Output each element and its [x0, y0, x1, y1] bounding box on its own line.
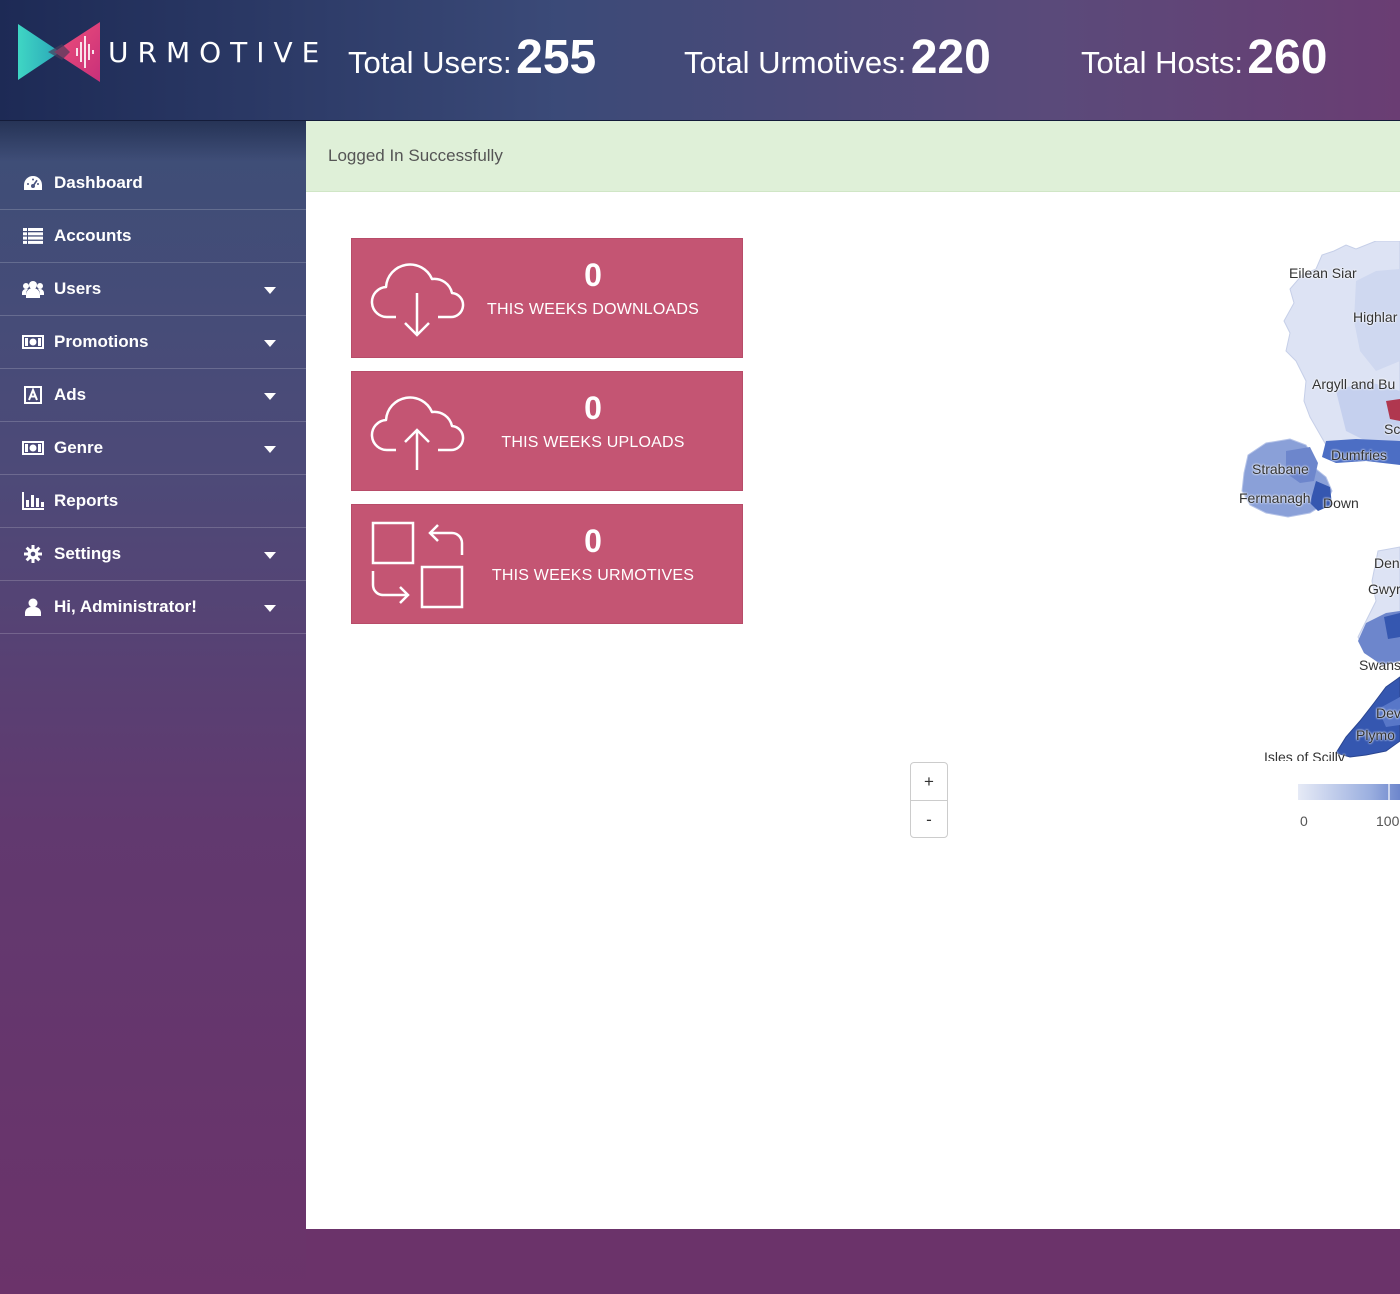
main-content: Logged In Successfully 0 THIS WEEKS DOWN… [306, 121, 1400, 1229]
total-users-stat: Total Users: 255 [348, 30, 596, 85]
chevron-down-icon[interactable] [264, 446, 276, 453]
map-legend-bar [1298, 784, 1400, 800]
total-hosts-stat: Total Hosts: 260 [1081, 30, 1328, 85]
map-zoom-control: + - [910, 762, 948, 838]
stat-value: 260 [1247, 31, 1328, 84]
urmotives-count: 0 [584, 523, 602, 559]
sidebar-item-accounts[interactable]: Accounts [0, 210, 306, 263]
uploads-label: THIS WEEKS UPLOADS [501, 434, 685, 451]
map-label: Gwyr [1368, 581, 1400, 597]
map-label: Den [1374, 555, 1400, 571]
sidebar-item-label: Hi, Administrator! [54, 597, 197, 616]
stat-value: 255 [516, 31, 597, 84]
sidebar-item-dashboard[interactable]: Dashboard [0, 157, 306, 210]
sidebar-item-label: Genre [54, 438, 104, 457]
sidebar-shadow [0, 121, 306, 161]
sidebar-item-label: Dashboard [54, 173, 143, 192]
map-label: Fermanagh [1239, 490, 1311, 506]
uk-choropleth-map[interactable]: Eilean Siar Highlar Argyll and Bu Sc Dum… [1226, 241, 1400, 761]
sidebar-item-promotions[interactable]: Promotions [0, 316, 306, 369]
swap-squares-icon [371, 521, 464, 609]
alert-text: Logged In Successfully [328, 146, 503, 165]
user-icon [22, 597, 44, 617]
map-label: Sc [1384, 421, 1400, 437]
map-label: Swans [1359, 657, 1400, 673]
sidebar-item-users[interactable]: Users [0, 263, 306, 316]
map-label: Eilean Siar [1289, 265, 1357, 281]
stat-label: Total Hosts: [1081, 45, 1243, 80]
zoom-in-button[interactable]: + [911, 763, 947, 801]
downloads-card[interactable]: 0 THIS WEEKS DOWNLOADS [351, 238, 743, 358]
sidebar-item-label: Settings [54, 544, 122, 563]
map-label: Dev [1376, 705, 1400, 721]
chevron-down-icon[interactable] [264, 287, 276, 294]
money-icon [22, 332, 44, 352]
stat-label: Total Urmotives: [684, 45, 907, 80]
bar-chart-icon [22, 491, 44, 511]
ad-icon [22, 385, 44, 405]
sidebar-item-reports[interactable]: Reports [0, 475, 306, 528]
sidebar-item-label: Ads [54, 385, 87, 404]
sidebar-item-account-menu[interactable]: Hi, Administrator! [0, 581, 306, 634]
map-label: Dumfries [1331, 447, 1388, 463]
urmotives-label: THIS WEEKS URMOTIVES [491, 567, 695, 584]
map-label: Plymo [1356, 727, 1395, 743]
total-urmotives-stat: Total Urmotives: 220 [684, 30, 991, 85]
brand-name: URMOTIVE [108, 36, 329, 69]
sidebar-item-ads[interactable]: Ads [0, 369, 306, 422]
chevron-down-icon[interactable] [264, 393, 276, 400]
users-icon [22, 279, 44, 299]
sidebar-item-label: Accounts [54, 226, 132, 245]
sidebar: Dashboard Accounts Users Promotions Ads … [0, 121, 306, 1294]
top-header: URMOTIVE Total Users: 255 Total Urmotive… [0, 0, 1400, 121]
chevron-down-icon[interactable] [264, 605, 276, 612]
map-label: Isles of Scilly [1264, 749, 1345, 761]
dashboard-icon [22, 173, 44, 193]
urmotive-logo-icon[interactable] [18, 22, 100, 82]
sidebar-item-label: Reports [54, 491, 119, 510]
uploads-count: 0 [584, 390, 602, 426]
gear-icon [22, 544, 44, 564]
sidebar-item-label: Promotions [54, 332, 149, 351]
map-label: Argyll and Bu [1312, 376, 1396, 392]
urmotives-card[interactable]: 0 THIS WEEKS URMOTIVES [351, 504, 743, 624]
stat-value: 220 [910, 31, 991, 84]
downloads-count: 0 [584, 257, 602, 293]
list-icon [22, 226, 44, 246]
money-icon [22, 438, 44, 458]
chevron-down-icon[interactable] [264, 552, 276, 559]
stat-label: Total Users: [348, 45, 512, 80]
uploads-card[interactable]: 0 THIS WEEKS UPLOADS [351, 371, 743, 491]
chevron-down-icon[interactable] [264, 340, 276, 347]
sidebar-nav: Dashboard Accounts Users Promotions Ads … [0, 157, 306, 634]
sidebar-item-settings[interactable]: Settings [0, 528, 306, 581]
map-label: Highlar [1353, 309, 1398, 325]
cloud-upload-icon [370, 396, 465, 470]
map-label: Down [1323, 495, 1359, 511]
legend-tick [1388, 784, 1390, 800]
downloads-label: THIS WEEKS DOWNLOADS [486, 301, 700, 318]
sidebar-item-label: Users [54, 279, 102, 298]
map-label: Strabane [1252, 461, 1309, 477]
legend-min-label: 0 [1300, 813, 1308, 829]
success-alert: Logged In Successfully [306, 121, 1400, 192]
legend-mid-label: 100 [1376, 813, 1400, 829]
zoom-out-button[interactable]: - [911, 801, 947, 838]
cloud-download-icon [370, 263, 465, 337]
sidebar-item-genre[interactable]: Genre [0, 422, 306, 475]
